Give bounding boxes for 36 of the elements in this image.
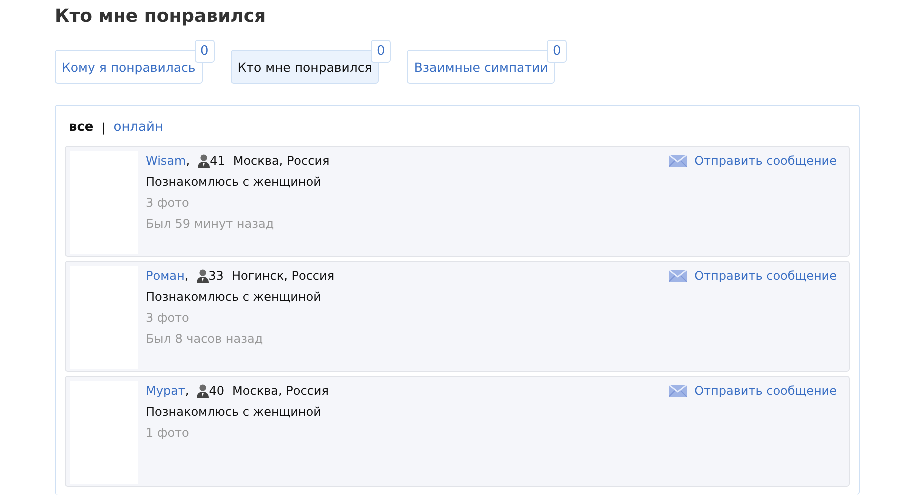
seeking-text: Познакомлюсь с женщиной: [146, 404, 322, 421]
photo-count: 3 фото: [146, 194, 190, 212]
location-text: Москва, Россия: [232, 382, 329, 400]
age-text: 40: [209, 382, 225, 400]
send-message-link[interactable]: Отправить сообщение: [694, 266, 837, 287]
comma: ,: [185, 382, 190, 400]
person-icon: [198, 154, 210, 168]
seeking-text: Познакомлюсь с женщиной: [146, 288, 322, 306]
location-text: Ногинск, Россия: [232, 268, 335, 285]
comma: ,: [184, 268, 189, 285]
count-badge: 0: [371, 40, 392, 64]
comma: ,: [186, 152, 190, 170]
location-text: Москва, Россия: [233, 152, 330, 170]
separator: |: [102, 120, 106, 138]
person-icon: [196, 269, 209, 284]
send-message-link[interactable]: Отправить сообщение: [694, 150, 837, 172]
age-text: 41: [210, 152, 226, 170]
envelope-icon: [668, 270, 687, 282]
person-icon: [197, 384, 210, 398]
envelope-icon: [668, 385, 687, 398]
last-seen-text: Был 59 минут назад: [146, 216, 276, 233]
seeking-text: Познакомлюсь с женщиной: [146, 174, 322, 191]
count-badge: 0: [546, 40, 568, 64]
photo-count: 3 фото: [146, 310, 190, 327]
count-badge: 0: [194, 40, 215, 64]
age-text: 33: [208, 268, 224, 285]
envelope-icon: [668, 155, 687, 168]
profile-name-link[interactable]: Мурат: [146, 380, 186, 402]
send-message-link[interactable]: Отправить сообщение: [694, 380, 837, 402]
last-seen-text: Был 8 часов назад: [146, 330, 264, 348]
photo-count: 1 фото: [146, 424, 190, 442]
profile-name-link[interactable]: Роман: [146, 266, 185, 287]
filter-link[interactable]: все: [69, 118, 94, 138]
profile-name-link[interactable]: Wisam: [146, 150, 186, 172]
filter-link[interactable]: онлайн: [114, 118, 164, 138]
page-title: Кто мне понравился: [55, 6, 268, 28]
